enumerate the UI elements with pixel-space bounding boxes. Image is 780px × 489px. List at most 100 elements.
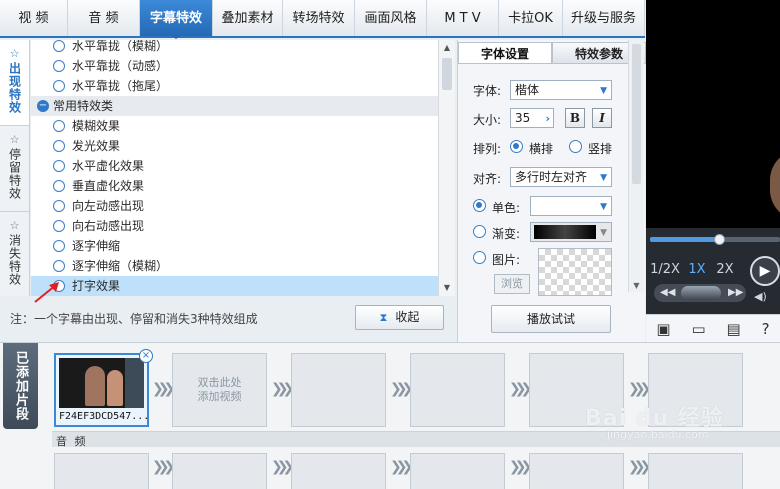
open-folder-icon[interactable]: ▭ [691,320,705,338]
scroll-down-icon[interactable]: ▼ [439,280,455,296]
vtab-stay[interactable]: ☆ 停留特效 [0,126,29,212]
collapse-button[interactable]: ⧗ 收起 [355,305,444,330]
font-label: 字体: [473,84,502,98]
div-4 [85,366,105,406]
vtab-disappear[interactable]: ☆ 消失特效 [0,212,29,298]
scroll-down-icon[interactable]: ▼ [629,281,644,290]
star-icon: ☆ [9,133,20,146]
empty-slot[interactable] [291,353,386,427]
clip-slot[interactable]: F24EF3DCD547... × [54,349,153,427]
list-item[interactable]: 逐字伸缩 [31,236,438,256]
tab-overlay[interactable]: 叠加素材 [213,0,283,36]
tab-transition[interactable]: 转场特效 [283,0,355,36]
audio-slot[interactable] [648,453,743,489]
list-item[interactable]: 向右动感出现 [31,216,438,236]
added-clips-label: 已添加片段 [13,351,28,421]
star-icon: ☆ [9,47,20,60]
vtab-appear-label: 出现特效 [7,62,22,114]
effect-label: 水平虚化效果 [72,159,145,173]
speed-double[interactable]: 2X [712,260,738,280]
align-select[interactable]: 多行时左对齐 ▼ [510,167,612,187]
play-preview-button[interactable]: 播放试试 [491,305,611,333]
scroll-thumb[interactable] [632,44,641,184]
effect-list-scrollbar[interactable]: ▲ ▼ [438,40,455,296]
tab-karaoke[interactable]: 卡拉OK [499,0,563,36]
radio-mono-color[interactable] [473,199,486,212]
list-item[interactable]: 模糊效果 [31,116,438,136]
audio-slot[interactable] [54,453,149,489]
progress-knob[interactable] [713,234,725,245]
list-item[interactable]: 逐字伸缩（模糊） [31,256,438,276]
scroll-up-icon[interactable]: ▲ [439,40,455,56]
font-panel-scrollbar[interactable]: ▼ [628,40,644,292]
list-item[interactable]: 水平靠拢（动感） [31,56,438,76]
browse-button[interactable]: 浏览 [494,274,530,294]
frame-navigator[interactable]: ◀◀ ▶▶ [654,284,746,302]
italic-button[interactable]: I [592,108,612,128]
scroll-thumb[interactable] [442,58,452,90]
jog-wheel[interactable] [681,286,721,300]
save-icon[interactable]: ▤ [727,320,741,338]
horizontal-label: 横排 [529,142,554,156]
audio-slot[interactable] [529,453,624,489]
new-icon[interactable]: ▣ [656,320,670,338]
play-icon[interactable]: ▶ [750,256,780,286]
list-item[interactable]: 垂直虚化效果 [31,176,438,196]
audio-slot[interactable] [291,453,386,489]
collapse-group-icon: − [37,100,49,112]
radio-vertical[interactable] [569,140,582,153]
empty-slot[interactable] [410,353,505,427]
tab-subtitle-effects[interactable]: 字幕特效 [140,0,213,39]
group-header[interactable]: − 常用特效类 [31,96,438,116]
tab-style[interactable]: 画面风格 [355,0,427,36]
fast-forward-icon[interactable]: ▶▶ [728,284,743,302]
main-tabs: 视 频 音 频 字幕特效 叠加素材 转场特效 画面风格 M T V 卡拉OK 升… [0,0,645,39]
audio-slot[interactable] [410,453,505,489]
radio-icon [53,160,65,172]
vtab-appear[interactable]: ☆ 出现特效 [0,40,29,126]
list-item-selected[interactable]: 打字效果 [31,276,438,296]
list-item[interactable]: 水平靠拢（拖尾） [31,76,438,96]
div-5 [107,370,123,406]
radio-icon [53,240,65,252]
close-icon[interactable]: × [139,349,153,363]
mono-color-picker[interactable]: ▼ [530,196,612,216]
arrow-separator-icon: ❯❯❯ [628,381,651,397]
effect-label: 逐字伸缩 [72,239,121,253]
radio-icon [53,260,65,272]
effect-label: 向左动感出现 [72,199,145,213]
font-select[interactable]: 楷体 ▼ [510,80,612,100]
add-video-slot[interactable]: 双击此处添加视频 [172,353,267,427]
gradient-picker[interactable]: ▼ [530,222,612,242]
help-icon[interactable]: ? [762,320,770,338]
radio-icon [53,180,65,192]
tab-video[interactable]: 视 频 [0,0,68,36]
chevron-down-icon: ▼ [600,86,607,96]
tab-font-settings[interactable]: 字体设置 [458,42,552,64]
list-item[interactable]: 发光效果 [31,136,438,156]
added-clips-tab[interactable]: 已添加片段 [3,343,38,429]
tab-audio[interactable]: 音 频 [68,0,140,36]
effect-list: 水平靠拢（模糊） 水平靠拢（动感） 水平靠拢（拖尾） − 常用特效类 模糊效果 发… [31,40,438,296]
tab-mtv[interactable]: M T V [427,0,499,36]
size-input[interactable]: 35 › [510,108,554,128]
speed-normal[interactable]: 1X [684,260,710,280]
rewind-icon[interactable]: ◀◀ [660,284,675,302]
radio-image[interactable] [473,251,486,264]
volume-icon[interactable]: ◀) [754,290,767,303]
list-item[interactable]: 水平虚化效果 [31,156,438,176]
group-label: 常用特效类 [53,99,114,113]
bold-button[interactable]: B [565,108,585,128]
speed-half[interactable]: 1/2X [648,260,682,280]
arrow-separator-icon: ❯❯❯ [152,381,175,397]
list-item[interactable]: 向左动感出现 [31,196,438,216]
list-item[interactable]: 水平靠拢（模糊） [31,40,438,56]
playback-progress[interactable] [650,234,780,245]
effect-label: 水平靠拢（模糊） [72,40,169,53]
radio-gradient[interactable] [473,225,486,238]
radio-horizontal[interactable] [510,140,523,153]
tab-upgrade[interactable]: 升级与服务 [563,0,645,36]
effect-phase-tabs: ☆ 出现特效 ☆ 停留特效 ☆ 消失特效 [0,40,30,296]
audio-slot[interactable] [172,453,267,489]
chevron-right-icon[interactable]: › [545,110,550,128]
